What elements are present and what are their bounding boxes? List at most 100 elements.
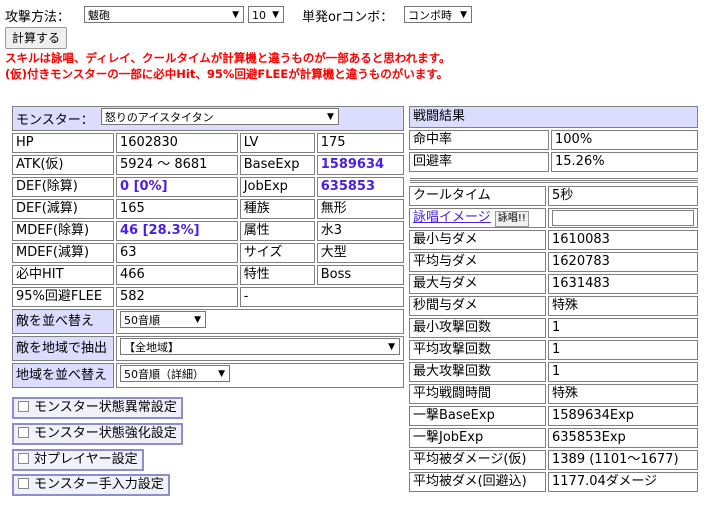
table-row: 最小与ダメ 1610083 <box>409 230 698 250</box>
table-row: 最小攻撃回数 1 <box>409 318 698 338</box>
chevron-down-icon: ▼ <box>460 10 467 20</box>
result-value: 1610083 <box>548 230 698 250</box>
stat-value: 582 <box>116 287 238 307</box>
monster-status-ailment-toggle[interactable]: モンスター状態異常設定 <box>12 397 183 419</box>
result-label: 平均戦闘時間 <box>409 384 546 404</box>
cast-image-link[interactable]: 詠唱イメージ <box>413 210 491 225</box>
chevron-down-icon: ▼ <box>218 369 225 379</box>
result-value: 635853Exp <box>548 428 698 448</box>
region-sort-row: 地域を並べ替え 50音順（詳細） ▼ <box>12 363 404 388</box>
result-label: 最小攻撃回数 <box>409 318 546 338</box>
stat-label: - <box>239 287 404 307</box>
result-value: 15.26% <box>551 152 698 172</box>
calculate-button[interactable]: 計算する <box>5 27 67 49</box>
stat-value: Boss <box>316 265 404 285</box>
stat-value: 5924 ～ 8681 <box>116 155 238 175</box>
stat-label: HP <box>12 133 114 153</box>
table-row: DEF(減算) 165 種族 無形 <box>12 199 404 219</box>
table-row: ATK(仮) 5924 ～ 8681 BaseExp 1589634 <box>12 155 404 175</box>
table-row: MDEF(除算) 46 [28.3%] 属性 水3 <box>12 221 404 241</box>
result-label: 平均被ダメ(回避込) <box>409 472 546 492</box>
stat-label: MDEF(除算) <box>12 221 114 241</box>
result-value: 100% <box>551 130 698 150</box>
table-row: 95%回避FLEE 582 - <box>12 287 404 307</box>
result-value: 1 <box>548 340 698 360</box>
battle-title: 戦闘結果 <box>409 106 698 128</box>
sort-row: 敵を並べ替え 50音順 ▼ <box>12 309 404 334</box>
stat-label: 種族 <box>239 199 315 219</box>
table-row: DEF(除算) 0 [0%] JobExp 635853 <box>12 177 404 197</box>
monster-select[interactable]: 怒りのアイスタイタン ▼ <box>100 108 339 125</box>
divider <box>410 178 698 179</box>
vs-player-toggle[interactable]: 対プレイヤー設定 <box>12 449 144 471</box>
result-label: 秒間与ダメ <box>409 296 546 316</box>
stat-value: 1602830 <box>116 133 238 153</box>
result-value: 1 <box>548 362 698 382</box>
mode-label: 単発orコンボ： <box>302 10 394 25</box>
sort-cell: 50音順 ▼ <box>116 309 404 334</box>
result-label: 最大攻撃回数 <box>409 362 546 382</box>
region-sort-label: 地域を並べ替え <box>12 363 114 388</box>
result-label: クールタイム <box>409 186 546 206</box>
divider <box>410 180 698 181</box>
stat-value: 175 <box>316 133 404 153</box>
attack-method-select[interactable]: 魃砲 ▼ <box>84 6 244 23</box>
result-value: 5秒 <box>548 186 698 206</box>
table-row: 平均被ダメ(回避込) 1177.04ダメージ <box>409 472 698 492</box>
checkbox-icon[interactable] <box>18 401 29 412</box>
sort-select[interactable]: 50音順 ▼ <box>120 311 206 328</box>
checkbox-icon[interactable] <box>18 453 29 464</box>
chevron-down-icon: ▼ <box>388 342 395 352</box>
checkbox-icon[interactable] <box>18 478 29 489</box>
stat-label: LV <box>239 133 315 153</box>
result-label: 回避率 <box>409 152 549 172</box>
region-sort-cell: 50音順（詳細） ▼ <box>116 363 404 388</box>
stat-value: 大型 <box>316 243 404 263</box>
cast-cell: 詠唱イメージ 詠唱!! <box>409 208 546 228</box>
result-value: 1 <box>548 318 698 338</box>
result-value: 特殊 <box>548 296 698 316</box>
mode-select[interactable]: コンボ時 ▼ <box>404 6 472 23</box>
stat-value: 466 <box>116 265 238 285</box>
region-sort-select[interactable]: 50音順（詳細） ▼ <box>120 365 230 382</box>
stat-label: MDEF(減算) <box>12 243 114 263</box>
warning-monster: (仮)付きモンスターの一部に必中Hit、95%回避FLEEが計算機と違うものがい… <box>5 67 449 81</box>
monster-label: モンスター： <box>16 113 94 128</box>
table-row: HP 1602830 LV 175 <box>12 133 404 153</box>
table-row: MDEF(減算) 63 サイズ 大型 <box>12 243 404 263</box>
region-row: 敵を地域で抽出 【全地域】 ▼ <box>12 336 404 361</box>
chevron-down-icon: ▼ <box>326 112 334 122</box>
skill-level-select[interactable]: 10 ▼ <box>248 6 284 23</box>
divider <box>410 182 698 183</box>
table-row: 秒間与ダメ 特殊 <box>409 296 698 316</box>
cast-button[interactable]: 詠唱!! <box>494 211 529 227</box>
stat-label: 特性 <box>239 265 315 285</box>
monster-manual-input-toggle[interactable]: モンスター手入力設定 <box>12 474 170 496</box>
chevron-down-icon: ▼ <box>194 315 201 325</box>
cast-progress-bar <box>552 209 694 226</box>
warning-skill: スキルは詠唱、ディレイ、クールタイムが計算機と違うものが一部あると思われます。 <box>5 51 451 65</box>
stat-label: ATK(仮) <box>12 155 114 175</box>
monster-select-row: モンスター： 怒りのアイスタイタン ▼ <box>12 106 404 131</box>
stat-value: 635853 <box>316 177 404 197</box>
cast-bar-cell <box>548 208 698 228</box>
result-value: 1631483 <box>548 274 698 294</box>
table-row: クールタイム 5秒 <box>409 186 698 206</box>
result-label: 最小与ダメ <box>409 230 546 250</box>
stat-value: 46 [28.3%] <box>116 221 238 241</box>
region-select[interactable]: 【全地域】 ▼ <box>120 338 400 355</box>
chevron-down-icon: ▼ <box>232 10 239 20</box>
battle-detail-table: クールタイム 5秒 詠唱イメージ 詠唱!! 最小与ダメ 1610083 平均与ダメ… <box>407 184 700 494</box>
stat-value: 0 [0%] <box>116 177 238 197</box>
result-label: 一撃JobExp <box>409 428 546 448</box>
table-row: 必中HIT 466 特性 Boss <box>12 265 404 285</box>
monster-status-buff-toggle[interactable]: モンスター状態強化設定 <box>12 423 183 445</box>
checkbox-icon[interactable] <box>18 427 29 438</box>
stat-value: 165 <box>116 199 238 219</box>
result-label: 最大与ダメ <box>409 274 546 294</box>
stat-value: 63 <box>116 243 238 263</box>
result-value: 特殊 <box>548 384 698 404</box>
chevron-down-icon: ▼ <box>272 10 279 20</box>
stat-value: 水3 <box>316 221 404 241</box>
table-row: 回避率 15.26% <box>409 152 698 172</box>
